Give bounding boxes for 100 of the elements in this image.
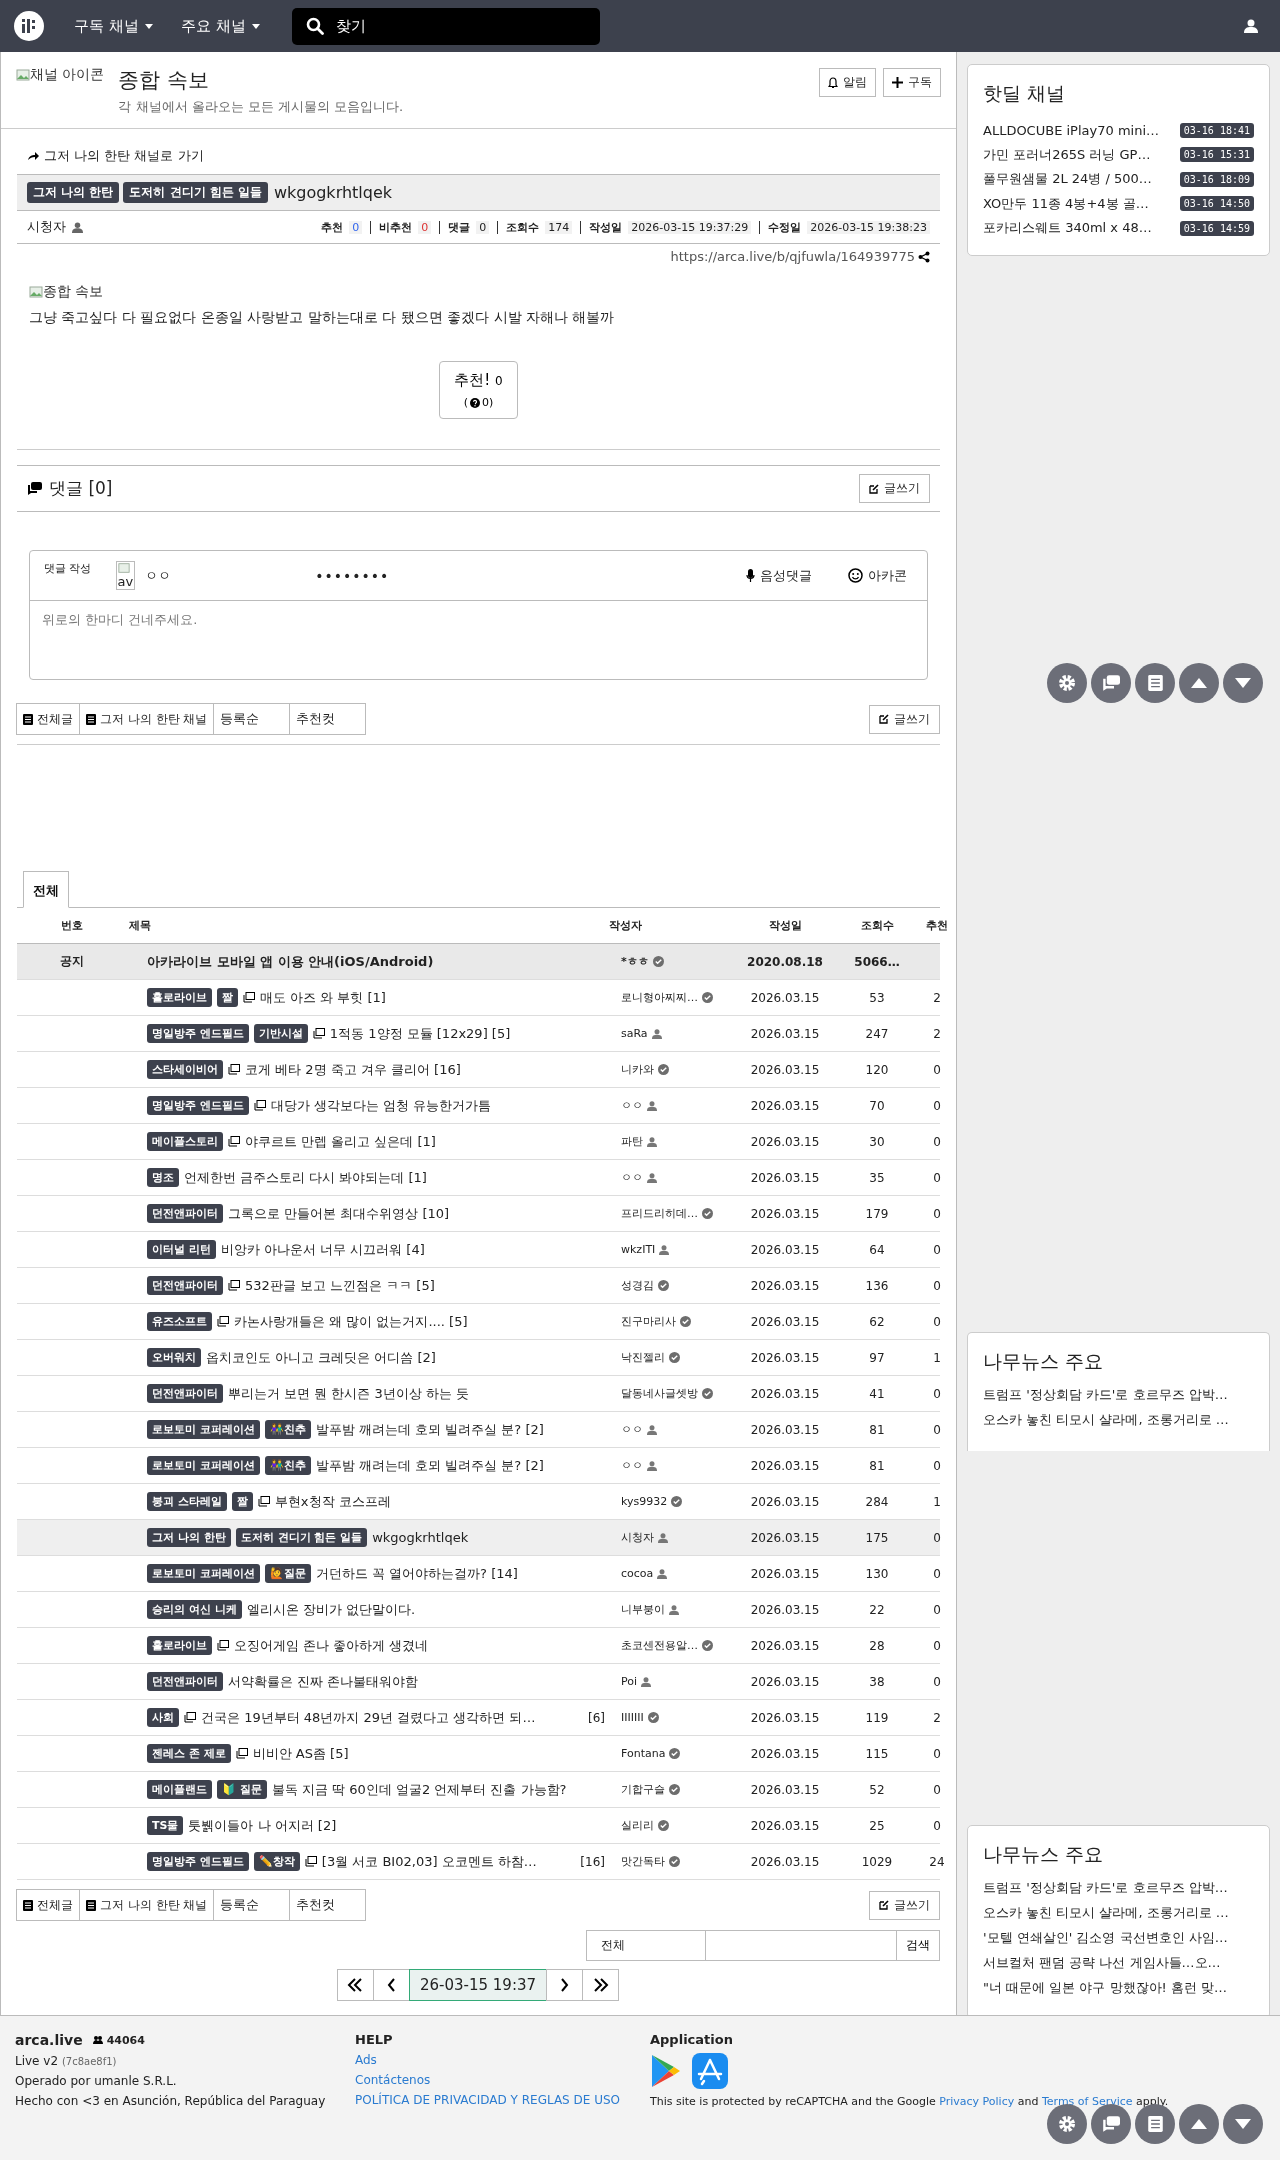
list-button[interactable]: 등록순 [213, 703, 291, 735]
post-author[interactable]: 시청자 [27, 218, 66, 236]
post-title-link[interactable]: 카논사랑개들은 왜 많이 없는거지.... [5] [234, 1312, 468, 1331]
list-button[interactable]: 그저 나의 한탄 채널 [79, 703, 215, 735]
category-badge[interactable]: 짤 [217, 988, 238, 1007]
table-row[interactable]: 스타세이비어 코게 베타 2명 죽고 겨우 클리어 [16] 니카와 2026.03.15 120 0 [17, 1052, 940, 1088]
category-badge[interactable]: 젠레스 존 제로 [147, 1744, 231, 1763]
category-badge[interactable]: 사회 [147, 1708, 179, 1727]
post-title-link[interactable]: 야쿠르트 만렙 올리고 싶은데 [1] [245, 1132, 436, 1151]
logo-icon[interactable] [14, 11, 44, 41]
footer-link[interactable]: Ads [355, 2053, 650, 2067]
table-row[interactable]: 던전앤파이터 532판글 보고 느낀점은 ㅋㅋ [5] 성경김 2026.03.15 136 0 [17, 1268, 940, 1304]
post-title-link[interactable]: 뿌리는거 보면 뭔 한시즌 3년이상 하는 듯 [228, 1384, 470, 1403]
list-button[interactable]: 전체글 [16, 703, 80, 735]
category-badge[interactable]: 👫친추 [264, 1420, 311, 1439]
category-badge[interactable]: 메이플랜드 [147, 1780, 212, 1799]
news-link[interactable]: 오스카 놓친 티모시 샬라메, 조롱거리로 … [983, 1903, 1254, 1929]
scroll-down-button[interactable] [1223, 663, 1263, 703]
footer-link[interactable]: POLÍTICA DE PRIVACIDAD Y REGLAS DE USO [355, 2093, 650, 2107]
news-link[interactable]: '모텔 연쇄살인' 김소영 국선변호인 사임… [983, 1928, 1254, 1954]
voice-comment-button[interactable]: 음성댓글 [740, 565, 818, 586]
post-title-link[interactable]: 코게 베타 2명 죽고 겨우 클리어 [16] [245, 1060, 461, 1079]
post-title-link[interactable]: 그록으로 만들어본 최대수위영상 [10] [228, 1204, 450, 1223]
category-badge[interactable]: 명조 [147, 1168, 179, 1187]
category-badge[interactable]: 기반시설 [253, 1024, 308, 1043]
search-field[interactable]: 찾기 [291, 7, 600, 45]
footer-link[interactable]: Contáctenos [355, 2073, 650, 2087]
list-button[interactable]: 등록순 [213, 1889, 291, 1921]
write-button[interactable]: 글쓰기 [869, 1890, 940, 1920]
post-title-link[interactable]: 비비안 AS좀 [5] [252, 1744, 349, 1763]
deal-link[interactable]: ALLDOCUBE iPlay70 mini… [983, 122, 1159, 138]
category-badge[interactable]: 홀로라이브 [147, 988, 212, 1007]
category-badge[interactable]: 🔰 질문 [217, 1780, 267, 1799]
category-badge[interactable]: 이터널 리턴 [147, 1240, 216, 1259]
search-form[interactable]: 전체 검색 [586, 1930, 940, 1961]
date-field[interactable]: 26-03-15 19:37 [408, 1969, 548, 2001]
post-title-link[interactable]: 서약확률은 진짜 존나불태워야함 [228, 1672, 419, 1691]
category-badge[interactable]: 홀로라이브 [147, 1636, 212, 1655]
table-row[interactable]: 오버워치 옵치코인도 아니고 크레딧은 어디씀 [2] 낙진젤리 2026.03.15 97 1 [17, 1340, 940, 1376]
post-title-link[interactable]: 1적동 1양정 모듈 [12x29] [5] [329, 1024, 511, 1043]
post-title-link[interactable]: 발푸밤 깨려는데 호뫼 빌려주실 분? [2] [315, 1456, 544, 1475]
category-badge[interactable]: 그저 나의 한탄 [147, 1528, 231, 1547]
back-link[interactable]: 그저 나의 한탄 채널로 가기 [27, 147, 204, 165]
table-row[interactable]: 던전앤파이터 뿌리는거 보면 뭔 한시즌 3년이상 하는 듯 달동네사글셋방 2026.03.15 41 0 [17, 1376, 940, 1412]
category-badge[interactable]: 스타세이비어 [147, 1060, 223, 1079]
table-row[interactable]: 메이플랜드 🔰 질문 불독 지금 딱 60인데 얼굴2 언제부터 진출 가능함? 기합구슬 2026.03.15 52 0 [17, 1772, 940, 1808]
table-row[interactable]: 메이플스토리 야쿠르트 만렙 올리고 싶은데 [1] 파탄 2026.03.15 30 0 [17, 1124, 940, 1160]
deal-link[interactable]: XO만두 11종 4봉+4봉 골… [983, 194, 1149, 213]
comment-form[interactable]: 댓글 작성 av ㅇㅇ •••••••• 음성댓글 아카콘 위로의 한마디 건네주세요. [29, 550, 928, 680]
post-title-link[interactable]: 아카라이브 모바일 앱 이용 안내(iOS/Android) [147, 952, 434, 971]
category-badge[interactable]: ✏창작 [253, 1852, 300, 1871]
category-badge[interactable]: 그저 나의 한탄 [27, 182, 120, 203]
category-badge[interactable]: 👫친추 [264, 1456, 311, 1475]
news-link[interactable]: 트럼프 '정상회담 카드'로 호르무즈 압박… [983, 1385, 1254, 1411]
table-row[interactable]: TS물 툿뷁이들아 나 어지러 [2] 실리리 2026.03.15 25 0 [17, 1808, 940, 1844]
post-title-link[interactable]: 오징어게임 존나 좋아하게 생겼네 [234, 1636, 429, 1655]
category-badge[interactable]: TS물 [147, 1816, 184, 1835]
write-button[interactable]: 글쓰기 [869, 704, 940, 734]
category-badge[interactable]: 유즈소프트 [147, 1312, 212, 1331]
nav-menu[interactable]: 구독 채널 [62, 10, 165, 42]
post-url[interactable]: https://arca.live/b/qjfuwla/164939775 [670, 249, 915, 264]
table-row[interactable]: 명일방주 엔드필드 기반시설 1적동 1양정 모듈 [12x29] [5] saRa 2026.03.15 247 2 [17, 1016, 940, 1052]
news-link[interactable]: "너 때문에 일본 야구 망했잖아! 홈런 맞… [983, 1978, 1254, 2004]
next-page-button[interactable] [546, 1969, 584, 2001]
category-badge[interactable]: 로보토미 코퍼레이션 [147, 1564, 260, 1583]
post-title-link[interactable]: [3월 서코 BI02,03] 오코멘트 하참… [321, 1852, 537, 1871]
site-name[interactable]: arca.live [15, 2032, 83, 2048]
nav-menu[interactable]: 주요 채널 [168, 10, 272, 42]
subscribe-button[interactable]: 구독 [883, 68, 941, 97]
post-title-link[interactable]: 언제한번 금주스토리 다시 봐야되는데 [1] [184, 1168, 427, 1187]
category-badge[interactable]: 도저히 견디기 힘든 일들 [123, 182, 268, 203]
user-icon[interactable] [1244, 19, 1258, 33]
category-badge[interactable]: 명일방주 엔드필드 [147, 1024, 249, 1043]
search-input[interactable]: 찾기 [333, 16, 568, 36]
share-icon[interactable] [918, 250, 930, 263]
recommend-button[interactable]: 추천! 0 ( 0) [439, 361, 518, 419]
post-title-link[interactable]: 툿뷁이들아 나 어지러 [2] [188, 1816, 337, 1835]
settings-button[interactable] [1047, 663, 1087, 703]
deal-link[interactable]: 풀무원샘물 2L 24병 / 500… [983, 170, 1152, 189]
table-row[interactable]: 로보토미 코퍼레이션 👫친추 발푸밤 깨려는데 호뫼 빌려주실 분? [2] ㅇㅇ 2026.03.15 81 0 [17, 1448, 940, 1484]
previous-page-button[interactable] [372, 1969, 410, 2001]
post-title-link[interactable]: 비앙카 아나운서 너무 시끄러워 [4] [220, 1240, 425, 1259]
category-badge[interactable]: 도저히 견디기 힘든 일들 [235, 1528, 368, 1547]
post-title-link[interactable]: 부현x청작 코스프레 [274, 1492, 391, 1511]
emoticon-button[interactable]: 아카콘 [842, 565, 913, 586]
last-page-button[interactable] [582, 1969, 620, 2001]
category-badge[interactable]: 메이플스토리 [147, 1132, 223, 1151]
comments-button[interactable] [1091, 663, 1131, 703]
tab[interactable]: 전체 [23, 871, 69, 908]
category-badge[interactable]: 명일방주 엔드필드 [147, 1096, 249, 1115]
post-title-link[interactable]: 건국은 19년부터 48년까지 29년 걸렸다고 생각하면 되… [201, 1708, 536, 1727]
post-title-link[interactable]: 불독 지금 딱 60인데 얼굴2 언제부터 진출 가능함? [271, 1780, 567, 1799]
comment-input[interactable]: 위로의 한마디 건네주세요. [30, 601, 927, 679]
category-badge[interactable]: 붕괴 스타레일 [147, 1492, 227, 1511]
post-title-link[interactable]: 매도 아즈 와 부힛 [1] [260, 988, 386, 1007]
category-badge[interactable]: 오버워치 [147, 1348, 201, 1367]
table-row[interactable]: 로보토미 코퍼레이션 🙋질문 거던하드 꼭 열어야하는걸까? [14] cocoa 2026.03.15 130 0 [17, 1556, 940, 1592]
table-row[interactable]: 명조 언제한번 금주스토리 다시 봐야되는데 [1] ㅇㅇ 2026.03.15 35 0 [17, 1160, 940, 1196]
category-badge[interactable]: 던전앤파이터 [147, 1672, 223, 1691]
category-badge[interactable]: 짤 [231, 1492, 253, 1511]
